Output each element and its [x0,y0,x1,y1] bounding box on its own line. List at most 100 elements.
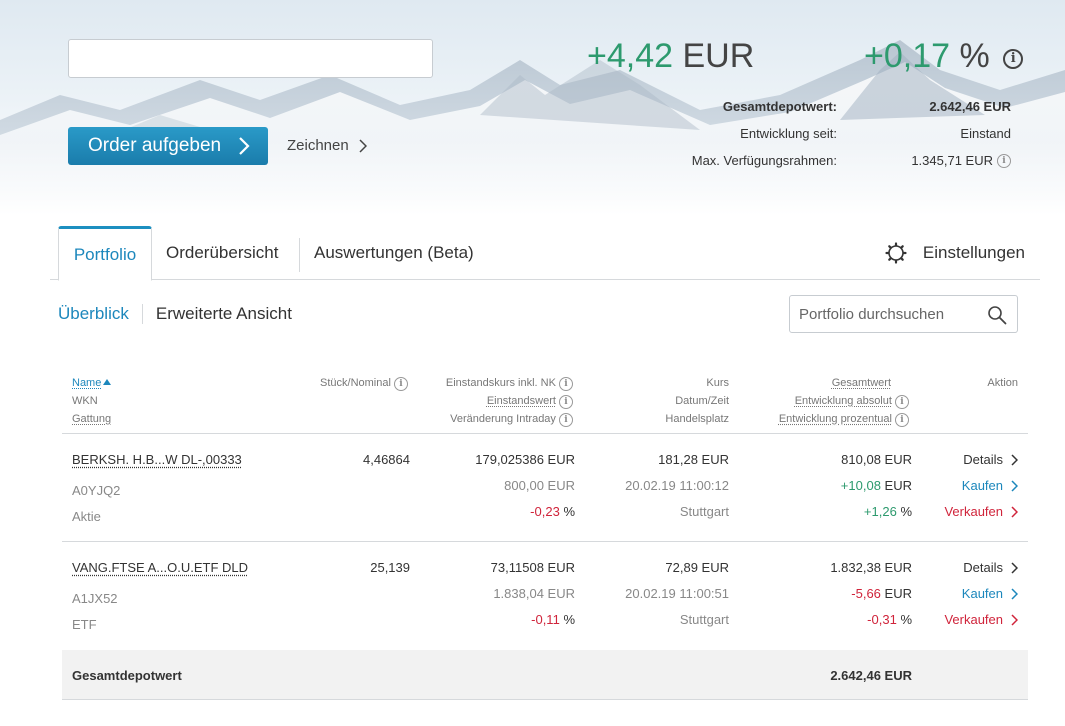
header-search-input[interactable] [68,39,433,78]
price-datetime: 20.02.19 11:00:51 [625,586,729,601]
subnav-divider [141,304,143,324]
column-header-stueck: Stück/Nominal i [260,374,408,392]
summary-label-limit: Max. Verfügungsrahmen: [691,153,837,168]
total-label: Gesamtdepotwert [72,668,182,683]
header-veraenderung-label: Veränderung Intraday [450,413,556,425]
header-aktion-label: Aktion [987,377,1018,389]
intraday-change: -0,23 % [400,504,575,519]
column-header-name[interactable]: Name WKN Gattung [72,374,112,428]
total-value: 1.832,38 EUR [830,560,912,575]
chevron-right-icon [1011,561,1018,574]
header-einstandswert-label[interactable]: Einstandswert [487,395,556,407]
column-header-einstand: Einstandskurs inkl. NK i Einstandswert i… [400,374,573,428]
intraday-change-unit: % [563,612,575,627]
daily-change-eur-value: +4,42 [587,37,674,75]
buy-link[interactable]: Kaufen [898,478,1018,493]
absolute-change: +10,08 EUR [740,478,912,493]
header-gattung-label: Gattung [72,413,112,425]
header-gesamtwert-label[interactable]: Gesamtwert [832,377,891,389]
trading-venue: Stuttgart [679,612,729,627]
absolute-change: -5,66 EUR [740,586,912,601]
security-type: ETF [72,617,97,632]
details-label: Details [963,560,1003,575]
order-button[interactable]: Order aufgeben [68,127,268,165]
daily-change-eur-unit: EUR [682,37,755,75]
daily-change-eur: +4,42 EUR [587,37,754,76]
info-icon[interactable]: i [997,154,1011,168]
price-datetime: 20.02.19 11:00:12 [625,478,729,493]
column-header-gesamtwert: Gesamtwert Entwicklung absolut i Entwick… [740,374,909,428]
header-wkn-label: WKN [72,395,98,407]
tab-portfolio[interactable]: Portfolio [58,226,152,281]
tab-divider [299,238,300,272]
header-name-label: Name [72,377,102,389]
security-name-link[interactable]: VANG.FTSE A...O.U.ETF DLD [72,560,248,575]
column-header-aktion: Aktion [940,374,1018,392]
buy-label: Kaufen [961,478,1003,493]
current-price: 72,89 EUR [665,560,729,575]
security-type: Aktie [72,509,101,524]
settings-button[interactable]: Einstellungen [885,226,1025,280]
chevron-right-icon [1011,587,1018,600]
intraday-change-unit: % [563,504,575,519]
quantity: 4,46864 [363,452,410,467]
percent-change-value: -0,31 [867,612,897,627]
total-value: 810,08 EUR [841,452,912,467]
header-entw-proz-label[interactable]: Entwicklung prozentual [779,413,892,425]
portfolio-search-input[interactable]: Portfolio durchsuchen [789,295,1018,333]
subnav-overview[interactable]: Überblick [58,304,129,324]
details-link[interactable]: Details [898,560,1018,575]
info-icon[interactable]: i [895,413,909,427]
buy-link[interactable]: Kaufen [898,586,1018,601]
absolute-change-value: -5,66 [851,586,881,601]
quantity: 25,139 [370,560,410,575]
daily-change-percent-value: +0,17 [864,37,951,75]
tab-orders-label: Orderübersicht [166,243,279,262]
info-icon[interactable]: i [559,377,573,391]
details-link[interactable]: Details [898,452,1018,467]
trading-venue: Stuttgart [679,504,729,519]
intraday-change: -0,11 % [400,612,575,627]
info-icon[interactable]: i [895,395,909,409]
subnav-extended-view[interactable]: Erweiterte Ansicht [156,304,292,324]
security-wkn: A1JX52 [72,591,118,606]
info-icon[interactable]: i [1003,49,1024,69]
table-divider [62,541,1028,542]
percent-change: +1,26 % [740,504,912,519]
header-einstandskurs-label: Einstandskurs inkl. NK [445,377,556,389]
portfolio-search-placeholder: Portfolio durchsuchen [799,305,945,323]
chevron-right-icon [1011,453,1018,466]
gear-icon [885,242,907,264]
chevron-right-icon [1011,479,1018,492]
zeichnen-link[interactable]: Zeichnen [287,137,367,154]
total-row: Gesamtdepotwert 2.642,46 EUR [62,650,1028,700]
info-icon[interactable]: i [559,395,573,409]
tab-analysis[interactable]: Auswertungen (Beta) [314,226,474,280]
tab-orders[interactable]: Orderübersicht [166,226,278,280]
sell-link[interactable]: Verkaufen [898,612,1018,627]
info-icon[interactable]: i [559,413,573,427]
sort-ascending-icon [103,379,112,385]
search-icon[interactable] [987,305,1007,325]
percent-change: -0,31 % [740,612,912,627]
tab-portfolio-label: Portfolio [73,244,137,264]
tab-analysis-label: Auswertungen (Beta) [314,243,474,262]
absolute-change-value: +10,08 [840,478,881,493]
summary-value-limit: 1.345,71 EUR [911,153,993,168]
portfolio-subnav: Überblick Erweiterte Ansicht [58,304,292,324]
header-kurs-label: Kurs [706,377,729,389]
header-entw-abs-label[interactable]: Entwicklung absolut [795,395,892,407]
header-banner: Order aufgeben Zeichnen +4,42 EUR +0,17 … [0,0,1065,215]
security-name-link[interactable]: BERKSH. H.B...W DL-,00333 [72,452,242,467]
current-price: 181,28 EUR [658,452,729,467]
order-button-label: Order aufgeben [88,135,222,156]
summary-label-total: Gesamtdepotwert: [722,99,837,114]
purchase-price: 73,11508 EUR [490,560,575,575]
purchase-value: 800,00 EUR [504,478,575,493]
intraday-change-value: -0,11 [531,612,560,627]
main-tabs: Portfolio Orderübersicht Auswertungen (B… [50,226,1040,281]
daily-change-percent-unit: % [959,37,990,75]
summary-value-total: 2.642,46 EUR [929,99,1011,114]
sell-link[interactable]: Verkaufen [898,504,1018,519]
table-divider [62,433,1028,434]
